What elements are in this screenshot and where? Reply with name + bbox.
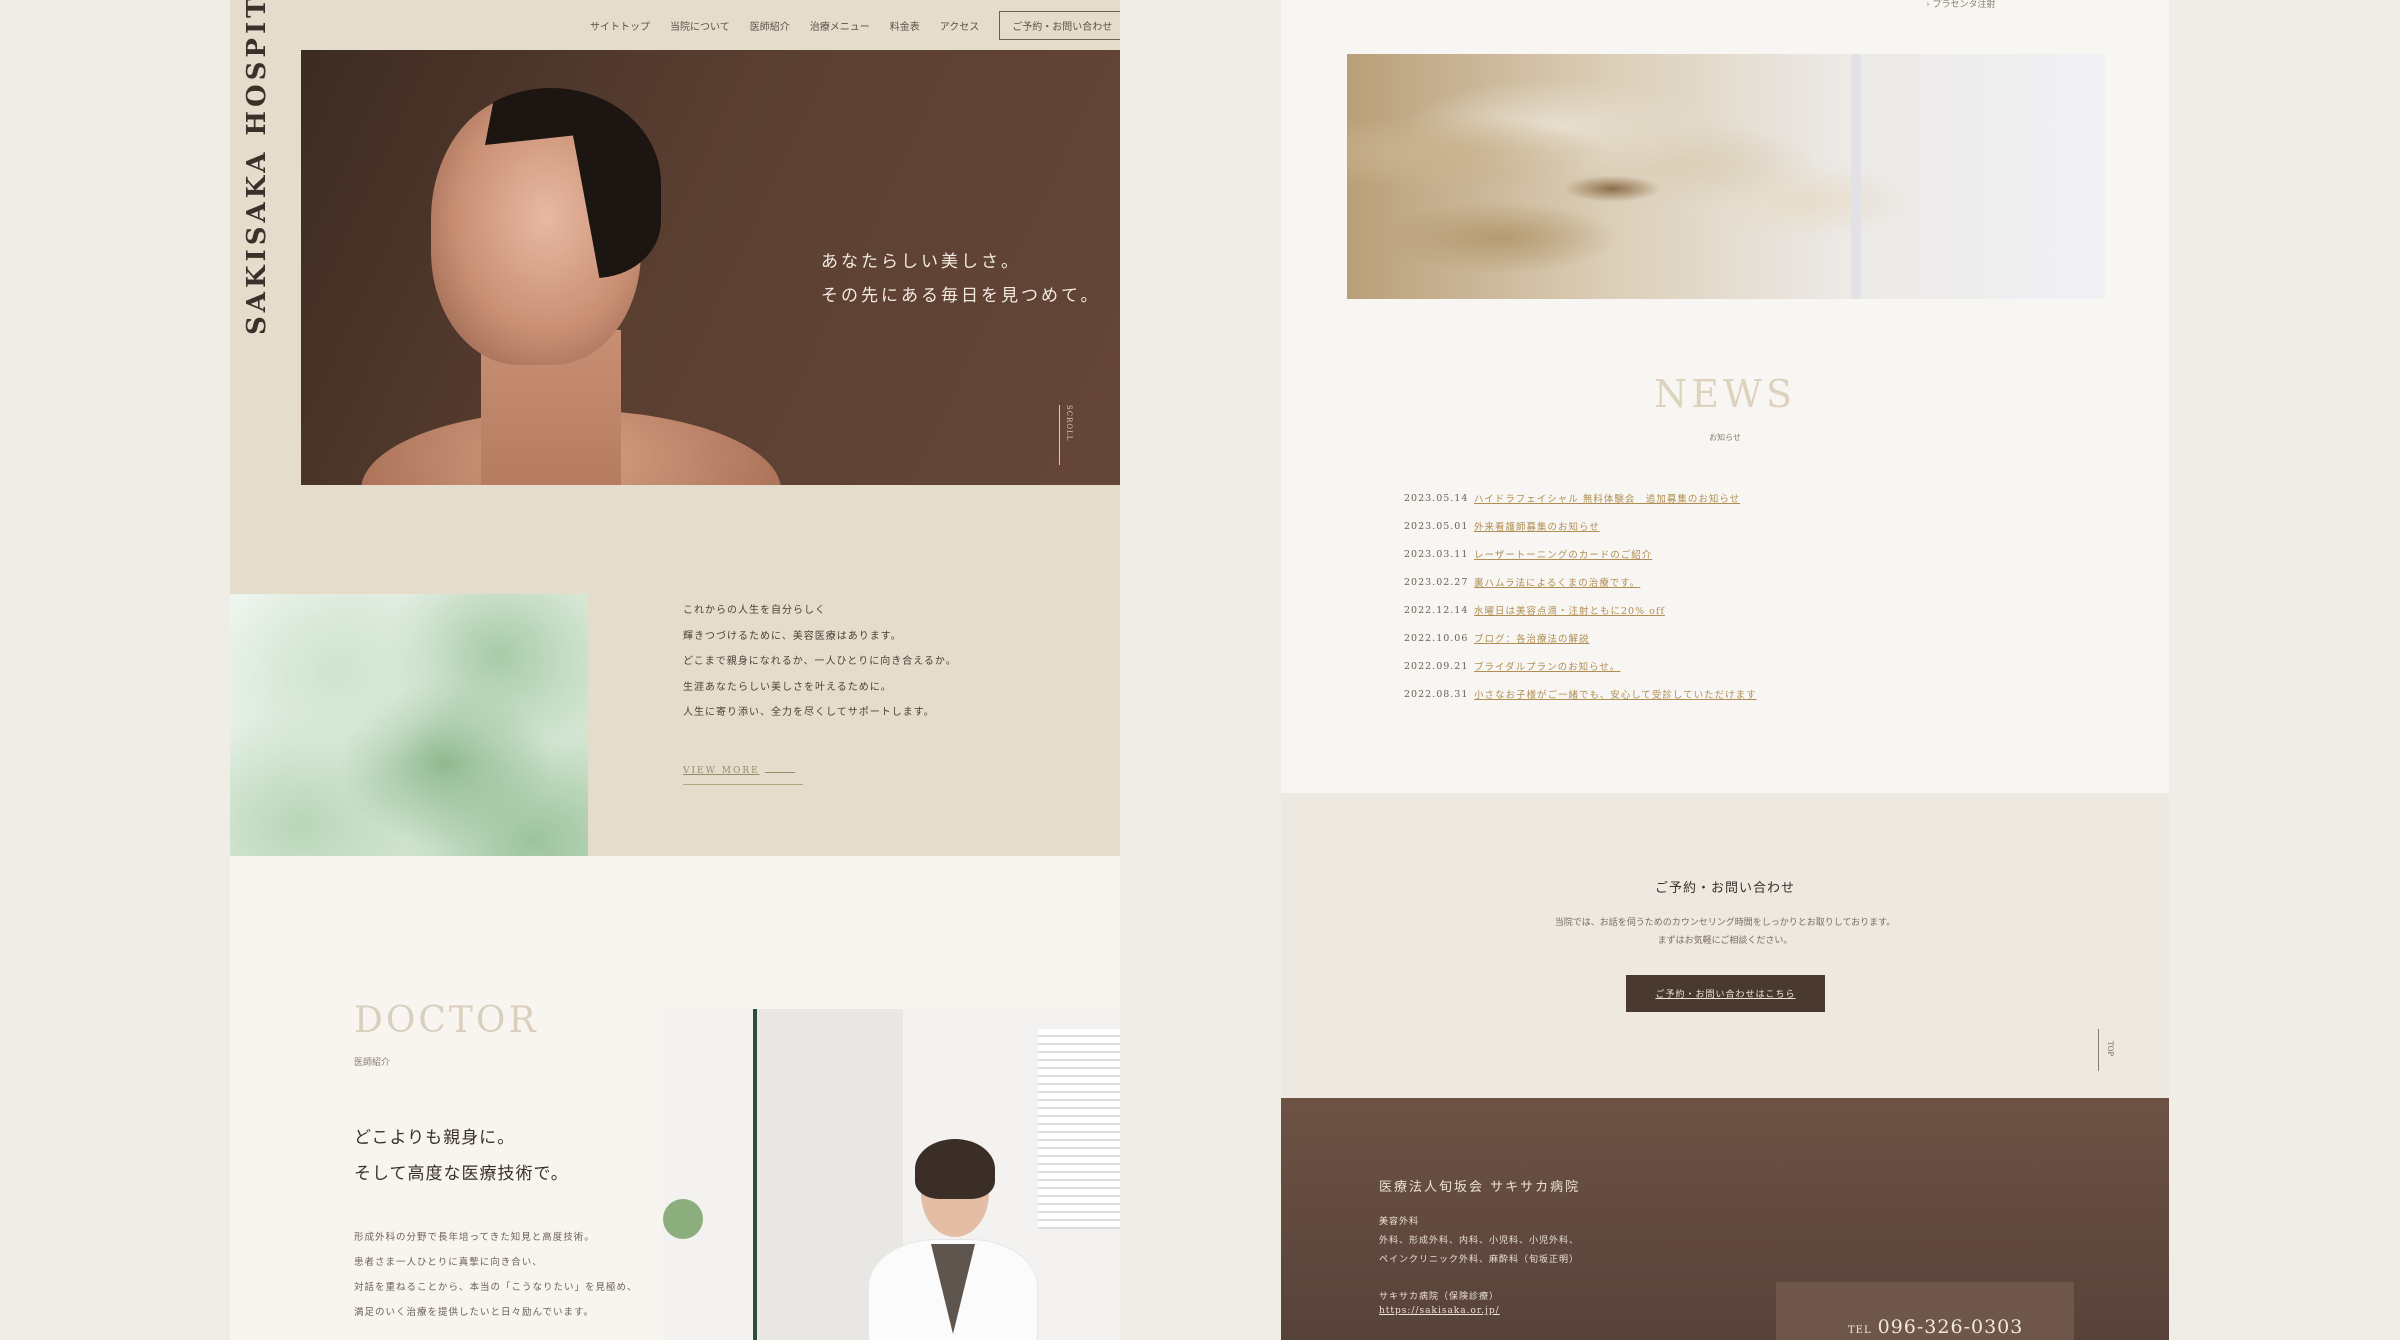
contact-text-line-2: まずはお気軽にご相談ください。 [1657,936,1793,946]
footer-url-label: サキサカ病院（保険診療） [1379,1292,1500,1302]
about-text: これからの人生を自分らしく 輝きつづけるために、美容医療はあります。 どこまで親… [683,598,957,726]
contact-text: 当院では、お話を伺うためのカウンセリング時間をしっかりとお取りしております。 ま… [1281,914,2169,950]
news-item: 2023.02.27 裏ハムラ法によるくまの治療です。 [1404,568,1757,596]
window-blinds [1038,1029,1120,1229]
hero-image: あなたらしい美しさ。 その先にある毎日を見つめて。 SCROLL [301,50,1120,485]
contact-button[interactable]: ご予約・お問い合わせはこちら [1626,975,1825,1012]
about-line: これからの人生を自分らしく [683,605,826,616]
news-subtitle: お知らせ [1709,433,1741,442]
news-date: 2023.03.11 [1404,548,1469,560]
menu-link-placenta[interactable]: › プラセンタ注射 [1926,0,1995,10]
hero-copy: あなたらしい美しさ。 その先にある毎日を見つめて。 [821,245,1101,313]
news-date: 2022.08.31 [1404,688,1469,700]
contact-text-line-1: 当院では、お話を伺うためのカウンセリング時間をしっかりとお取りしております。 [1554,918,1896,928]
nav-item-about[interactable]: 当院について [670,18,730,33]
doctor-body-line: 形成外科の分野で長年培ってきた知見と高度技術。 [354,1232,595,1243]
page-top-link[interactable]: TOP [2106,1041,2114,1056]
view-more-link[interactable]: VIEW MORE [683,766,803,785]
tel-box[interactable]: TEL 096-326-0303 [1776,1282,2074,1340]
news-link[interactable]: ブライダルプランのお知らせ。 [1474,659,1620,673]
hero-line-1: あなたらしい美しさ。 [821,252,1021,272]
footer-url-link[interactable]: https://sakisaka.or.jp/ [1379,1306,1500,1316]
doctor-title: DOCTOR [354,1000,539,1041]
nav-item-menu[interactable]: 治療メニュー [810,18,870,33]
news-date: 2023.05.14 [1404,492,1469,504]
news-item: 2023.05.14 ハイドラフェイシャル 無料体験会 追加募集のお知らせ [1404,484,1757,512]
about-line: 人生に寄り添い、全力を尽くしてサポートします。 [683,707,935,718]
footer-hospital-name: 医療法人旬坂会 サキサカ病院 [1379,1180,1581,1195]
news-item: 2023.05.01 外来看護師募集のお知らせ [1404,512,1757,540]
footer-dept-line: 美容外科 [1379,1217,1420,1227]
doctor-lead: どこよりも親身に。 そして高度な医療技術で。 [354,1120,569,1192]
doctor-hair [915,1139,995,1199]
news-section: › プラセンタ注射 NEWS お知らせ 2023.05.14 ハイドラフェイシャ… [1281,0,2169,793]
news-item: 2022.12.14 水曜日は美容点滴・注射ともに20% off [1404,596,1757,624]
doctor-lead-line-2: そして高度な医療技術で。 [354,1164,569,1184]
brand-name: SAKISAKA HOSPITAL [242,0,272,335]
contact-title: ご予約・お問い合わせ [1654,881,1795,896]
page-top-line [2098,1029,2099,1071]
footer-departments: 美容外科 外科、形成外科、内科、小児科、小児外科、 ペインクリニック外科、麻酔科… [1379,1213,1579,1270]
news-date: 2022.10.06 [1404,632,1469,644]
news-item: 2023.03.11 レーザートーニングのカードのご紹介 [1404,540,1757,568]
doctor-body: 形成外科の分野で長年培ってきた知見と高度技術。 患者さま一人ひとりに真摯に向き合… [354,1225,638,1325]
news-title: NEWS [1653,372,1797,416]
news-link[interactable]: 裏ハムラ法によるくまの治療です。 [1474,575,1640,589]
scroll-line [1059,405,1060,465]
news-link[interactable]: レーザートーニングのカードのご紹介 [1474,547,1652,561]
news-date: 2022.12.14 [1404,604,1469,616]
nav-item-price[interactable]: 料金表 [890,18,920,33]
scroll-label[interactable]: SCROLL [1065,405,1073,441]
nav-item-access[interactable]: アクセス [940,18,980,33]
news-list: 2023.05.14 ハイドラフェイシャル 無料体験会 追加募集のお知らせ 20… [1404,484,1757,708]
reservation-button[interactable]: ご予約・お問い合わせ [999,10,1120,40]
doctor-subtitle: 医師紹介 [354,1058,391,1068]
nav-item-doctor[interactable]: 医師紹介 [750,18,790,33]
contact-section: ご予約・お問い合わせ 当院では、お話を伺うためのカウンセリング時間をしっかりとお… [1281,793,2169,1098]
about-line: 生涯あなたらしい美しさを叶えるために。 [683,681,892,693]
news-link[interactable]: ハイドラフェイシャル 無料体験会 追加募集のお知らせ [1474,491,1740,505]
global-nav: サイトトップ 当院について 医師紹介 治療メニュー 料金表 アクセス ご予約・お… [590,10,1120,40]
news-item: 2022.10.06 ブログ：各治療法の解説 [1404,624,1757,652]
footer-dept-line: 外科、形成外科、内科、小児科、小児外科、 [1379,1236,1580,1246]
nav-item-top[interactable]: サイトトップ [590,18,650,33]
site-preview-bottom: › プラセンタ注射 NEWS お知らせ 2023.05.14 ハイドラフェイシャ… [1281,0,2169,1340]
doctor-body-line: 満足のいく治療を提供したいと日々励んでいます。 [354,1307,595,1318]
doctor-body-line: 対話を重ねることから、本当の「こうなりたい」を見極め、 [354,1282,638,1293]
doctor-photo [663,1009,1120,1340]
tel-number[interactable]: TEL 096-326-0303 [1848,1316,2023,1338]
doctor-body-line: 患者さま一人ひとりに真摯に向き合い、 [354,1257,543,1268]
news-item: 2022.08.31 小さなお子様がご一緒でも、安心して受診していただけます [1404,680,1757,708]
dried-grass-image [1347,54,2105,299]
about-line: 輝きつづけるために、美容医療はあります。 [683,630,902,642]
footer: 医療法人旬坂会 サキサカ病院 美容外科 外科、形成外科、内科、小児科、小児外科、… [1281,1098,2169,1340]
news-link[interactable]: 外来看護師募集のお知らせ [1474,519,1600,533]
doctor-lead-line-1: どこよりも親身に。 [354,1128,516,1148]
window-frame [1851,54,1861,299]
news-link[interactable]: ブログ：各治療法の解説 [1474,631,1590,645]
site-preview-top: SAKISAKA HOSPITAL サイトトップ 当院について 医師紹介 治療メ… [230,0,1120,1340]
news-link[interactable]: 小さなお子様がご一緒でも、安心して受診していただけます [1474,687,1757,701]
news-item: 2022.09.21 ブライダルプランのお知らせ。 [1404,652,1757,680]
tel-value: 096-326-0303 [1877,1316,2024,1338]
news-date: 2023.02.27 [1404,576,1469,588]
hero-line-2: その先にある毎日を見つめて。 [821,286,1101,306]
news-date: 2022.09.21 [1404,660,1469,672]
footer-dept-line: ペインクリニック外科、麻酔科（旬坂正明） [1379,1255,1580,1265]
news-link[interactable]: 水曜日は美容点滴・注射ともに20% off [1474,603,1665,617]
plant [663,1199,703,1239]
brand-logo[interactable]: SAKISAKA HOSPITAL [230,0,300,340]
news-date: 2023.05.01 [1404,520,1469,532]
tel-label: TEL [1848,1325,1872,1336]
about-line: どこまで親身になれるか、一人ひとりに向き合えるか。 [683,656,957,667]
